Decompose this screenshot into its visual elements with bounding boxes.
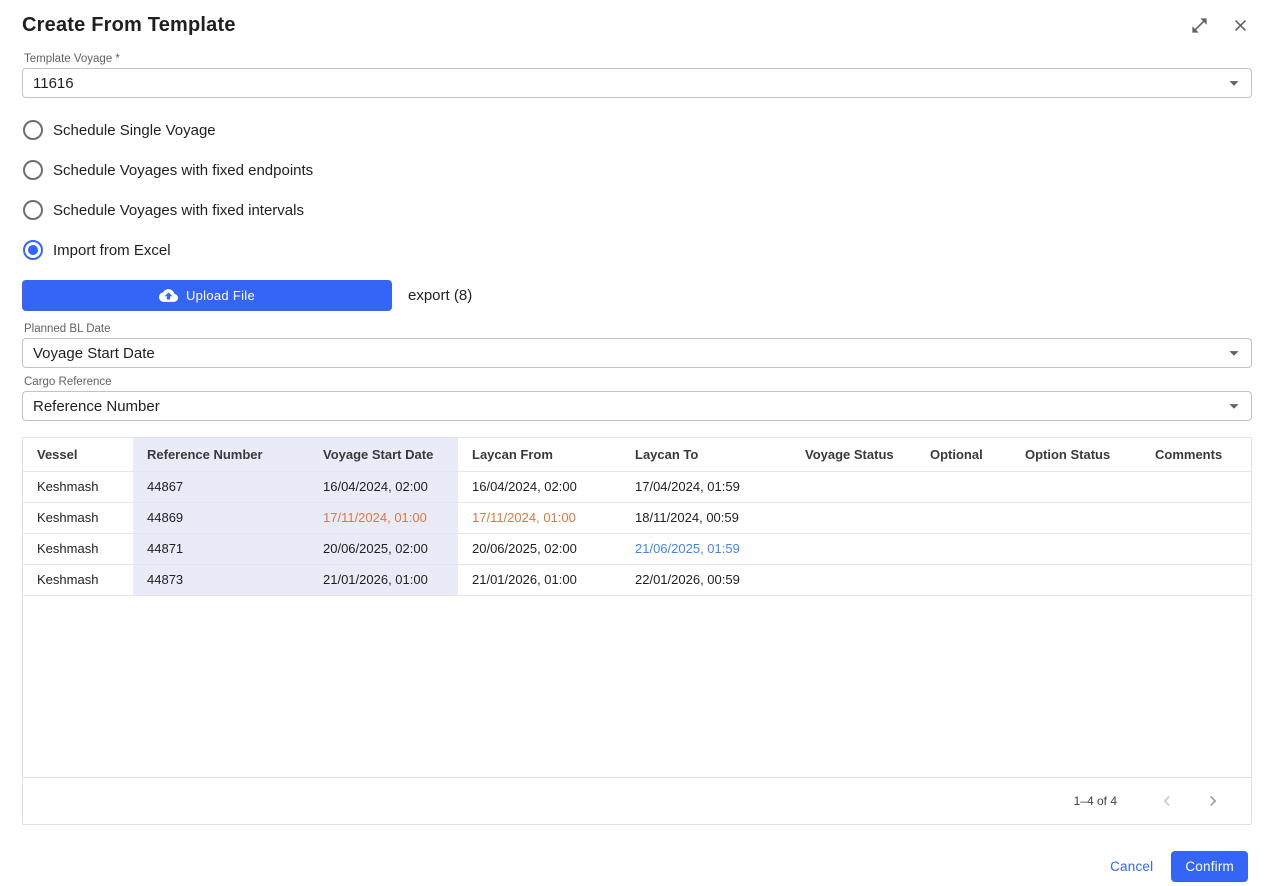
template-voyage-label: Template Voyage * (24, 53, 1252, 65)
radio-option-schedule-single-voyage[interactable]: Schedule Single Voyage (22, 110, 1252, 150)
table-cell (1011, 471, 1141, 502)
radio-option-label: Import from Excel (53, 242, 171, 259)
template-voyage-select[interactable]: 11616 (22, 68, 1252, 98)
table-cell: Keshmash (23, 533, 133, 564)
table-cell (1011, 564, 1141, 595)
confirm-button[interactable]: Confirm (1171, 851, 1248, 882)
table-cell (916, 564, 1011, 595)
table-cell (1141, 502, 1251, 533)
table-cell: 16/04/2024, 02:00 (458, 471, 621, 502)
table-cell: 17/04/2024, 01:59 (621, 471, 791, 502)
table-cell: Keshmash (23, 564, 133, 595)
export-count-label: export (8) (408, 287, 472, 304)
table-cell (1141, 471, 1251, 502)
table-cell: 44869 (133, 502, 309, 533)
table-cell: 21/01/2026, 01:00 (458, 564, 621, 595)
radio-option-label: Schedule Single Voyage (53, 122, 216, 139)
table-cell (791, 564, 916, 595)
table-cell (791, 533, 916, 564)
chevron-down-icon (1223, 72, 1245, 94)
table-cell (1011, 502, 1141, 533)
dialog-header: Create From Template (22, 14, 1252, 37)
table-cell (1141, 564, 1251, 595)
column-header-laycan-from: Laycan From (458, 438, 621, 471)
radio-option-schedule-voyages-with-fixed-endpoints[interactable]: Schedule Voyages with fixed endpoints (22, 150, 1252, 190)
table-cell (916, 471, 1011, 502)
table-cell: 18/11/2024, 00:59 (621, 502, 791, 533)
pagination-prev-button[interactable] (1151, 785, 1183, 817)
upload-row: Upload File export (8) (22, 280, 1252, 311)
table-cell: 44867 (133, 471, 309, 502)
planned-bl-date-field: Planned BL Date Voyage Start Date (22, 323, 1252, 368)
table-pagination: 1–4 of 4 (23, 777, 1251, 824)
radio-button-icon[interactable] (23, 200, 43, 220)
planned-bl-date-label: Planned BL Date (24, 323, 1252, 335)
chevron-down-icon (1223, 342, 1245, 364)
voyages-table: VesselReference NumberVoyage Start DateL… (23, 438, 1251, 596)
column-header-optional: Optional (916, 438, 1011, 471)
table-cell: 20/06/2025, 02:00 (458, 533, 621, 564)
cargo-reference-value: Reference Number (33, 398, 160, 415)
table-cell: 16/04/2024, 02:00 (309, 471, 458, 502)
radio-option-schedule-voyages-with-fixed-intervals[interactable]: Schedule Voyages with fixed intervals (22, 190, 1252, 230)
template-voyage-field: Template Voyage * 11616 (22, 53, 1252, 98)
table-cell (791, 471, 916, 502)
table-cell: 17/11/2024, 01:00 (309, 502, 458, 533)
dialog-title: Create From Template (22, 14, 236, 37)
radio-option-label: Schedule Voyages with fixed intervals (53, 202, 304, 219)
table-cell: 22/01/2026, 00:59 (621, 564, 791, 595)
upload-file-button[interactable]: Upload File (22, 280, 392, 311)
chevron-down-icon (1223, 395, 1245, 417)
planned-bl-date-value: Voyage Start Date (33, 345, 155, 362)
table-cell (1141, 533, 1251, 564)
column-header-vessel: Vessel (23, 438, 133, 471)
radio-button-icon[interactable] (23, 240, 43, 260)
column-header-laycan-to: Laycan To (621, 438, 791, 471)
schedule-mode-radio-group: Schedule Single Voyage Schedule Voyages w… (22, 110, 1252, 270)
cargo-reference-select[interactable]: Reference Number (22, 391, 1252, 421)
radio-button-icon[interactable] (23, 160, 43, 180)
table-cell: 21/06/2025, 01:59 (621, 533, 791, 564)
radio-option-import-from-excel[interactable]: Import from Excel (22, 230, 1252, 270)
voyages-table-card: VesselReference NumberVoyage Start DateL… (22, 437, 1252, 825)
table-cell: 20/06/2025, 02:00 (309, 533, 458, 564)
cargo-reference-field: Cargo Reference Reference Number (22, 376, 1252, 421)
cargo-reference-label: Cargo Reference (24, 376, 1252, 388)
dialog-actions: Cancel Confirm (22, 825, 1252, 882)
table-cell (791, 502, 916, 533)
table-cell: 21/01/2026, 01:00 (309, 564, 458, 595)
table-row[interactable]: Keshmash4486716/04/2024, 02:0016/04/2024… (23, 471, 1251, 502)
planned-bl-date-select[interactable]: Voyage Start Date (22, 338, 1252, 368)
table-cell: 44873 (133, 564, 309, 595)
cloud-upload-icon (159, 286, 178, 305)
radio-button-icon[interactable] (23, 120, 43, 140)
column-header-comments: Comments (1141, 438, 1251, 471)
header-icons (1188, 14, 1252, 37)
table-cell (916, 533, 1011, 564)
upload-file-label: Upload File (186, 288, 255, 303)
table-cell: Keshmash (23, 502, 133, 533)
column-header-option-status: Option Status (1011, 438, 1141, 471)
create-from-template-dialog: Create From Template Template Voyage * 1… (0, 0, 1274, 886)
template-voyage-value: 11616 (33, 75, 74, 92)
table-row[interactable]: Keshmash4487321/01/2026, 01:0021/01/2026… (23, 564, 1251, 595)
table-cell: Keshmash (23, 471, 133, 502)
pagination-label: 1–4 of 4 (1074, 794, 1117, 808)
pagination-next-button[interactable] (1197, 785, 1229, 817)
table-cell (1011, 533, 1141, 564)
cancel-button[interactable]: Cancel (1110, 859, 1153, 874)
table-cell (916, 502, 1011, 533)
radio-option-label: Schedule Voyages with fixed endpoints (53, 162, 313, 179)
table-empty-area (23, 596, 1251, 778)
column-header-reference-number: Reference Number (133, 438, 309, 471)
close-icon[interactable] (1229, 14, 1252, 37)
expand-icon[interactable] (1188, 14, 1211, 37)
table-cell: 17/11/2024, 01:00 (458, 502, 621, 533)
table-row[interactable]: Keshmash4486917/11/2024, 01:0017/11/2024… (23, 502, 1251, 533)
table-row[interactable]: Keshmash4487120/06/2025, 02:0020/06/2025… (23, 533, 1251, 564)
column-header-voyage-status: Voyage Status (791, 438, 916, 471)
column-header-voyage-start-date: Voyage Start Date (309, 438, 458, 471)
table-cell: 44871 (133, 533, 309, 564)
table-header-row: VesselReference NumberVoyage Start DateL… (23, 438, 1251, 471)
